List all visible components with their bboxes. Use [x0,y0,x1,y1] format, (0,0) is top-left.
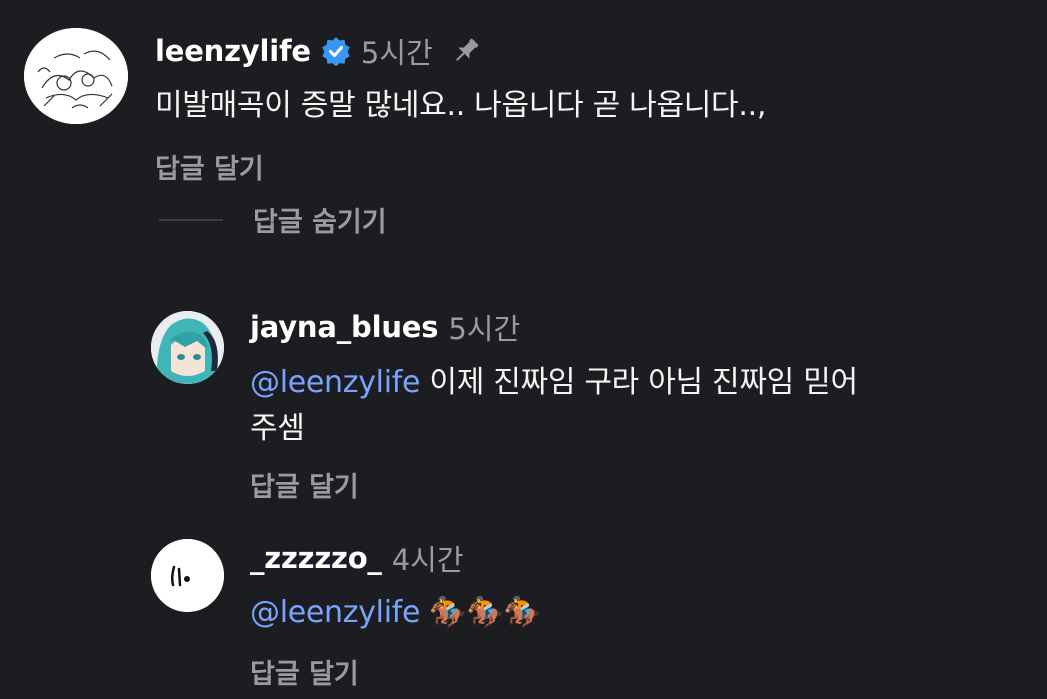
reply-1-username[interactable]: jayna_blues [250,310,439,344]
comment-text: 미발매곡이 증말 많네요.. 나옵니다 곧 나옵니다.., [155,88,767,123]
pin-icon [449,34,483,68]
reply-1-text-cont: 주셈 [250,411,305,446]
verified-badge-icon [321,36,351,66]
reply-button[interactable]: 답글 달기 [155,147,264,186]
divider-line [159,218,223,221]
reply-2-mention[interactable]: @leenzylife [250,595,420,630]
reply-2-time: 4시간 [391,543,464,577]
reply-1-text: @leenzylife 이제 진짜임 구라 아님 진짜임 믿어 주셈 [250,360,1030,452]
hide-replies-row[interactable]: 답글 숨기기 [159,200,387,239]
reply-2-reply-button[interactable]: 답글 달기 [250,652,359,691]
avatar-leenzylife[interactable] [24,28,128,124]
reply-2-text-body: 🏇🏇🏇 [420,595,541,630]
reply-2-header: _zzzzzo_ 4시간 [250,537,464,579]
reply-1-time: 5시간 [448,312,521,346]
reply-2-username[interactable]: _zzzzzo_ [250,541,382,575]
reply-1-header: jayna_blues 5시간 [250,306,520,348]
comment-header: leenzylife 5시간 [155,30,483,72]
comment-thread: leenzylife 5시간 미발매곡이 증말 많네요.. 나옵니다 곧 나옵니… [0,0,1047,699]
comment-username[interactable]: leenzylife [155,34,311,68]
hide-replies-button[interactable]: 답글 숨기기 [253,200,387,239]
reply-2-text: @leenzylife 🏇🏇🏇 [250,590,541,636]
reply-1-mention[interactable]: @leenzylife [250,365,420,400]
reply-1-text-body: 이제 진짜임 구라 아님 진짜임 믿어 [420,365,858,400]
avatar-jayna-blues[interactable] [151,311,224,384]
reply-1-reply-button[interactable]: 답글 달기 [250,465,359,504]
comment-time: 5시간 [360,36,433,70]
avatar-zzzzzo[interactable] [151,539,224,612]
